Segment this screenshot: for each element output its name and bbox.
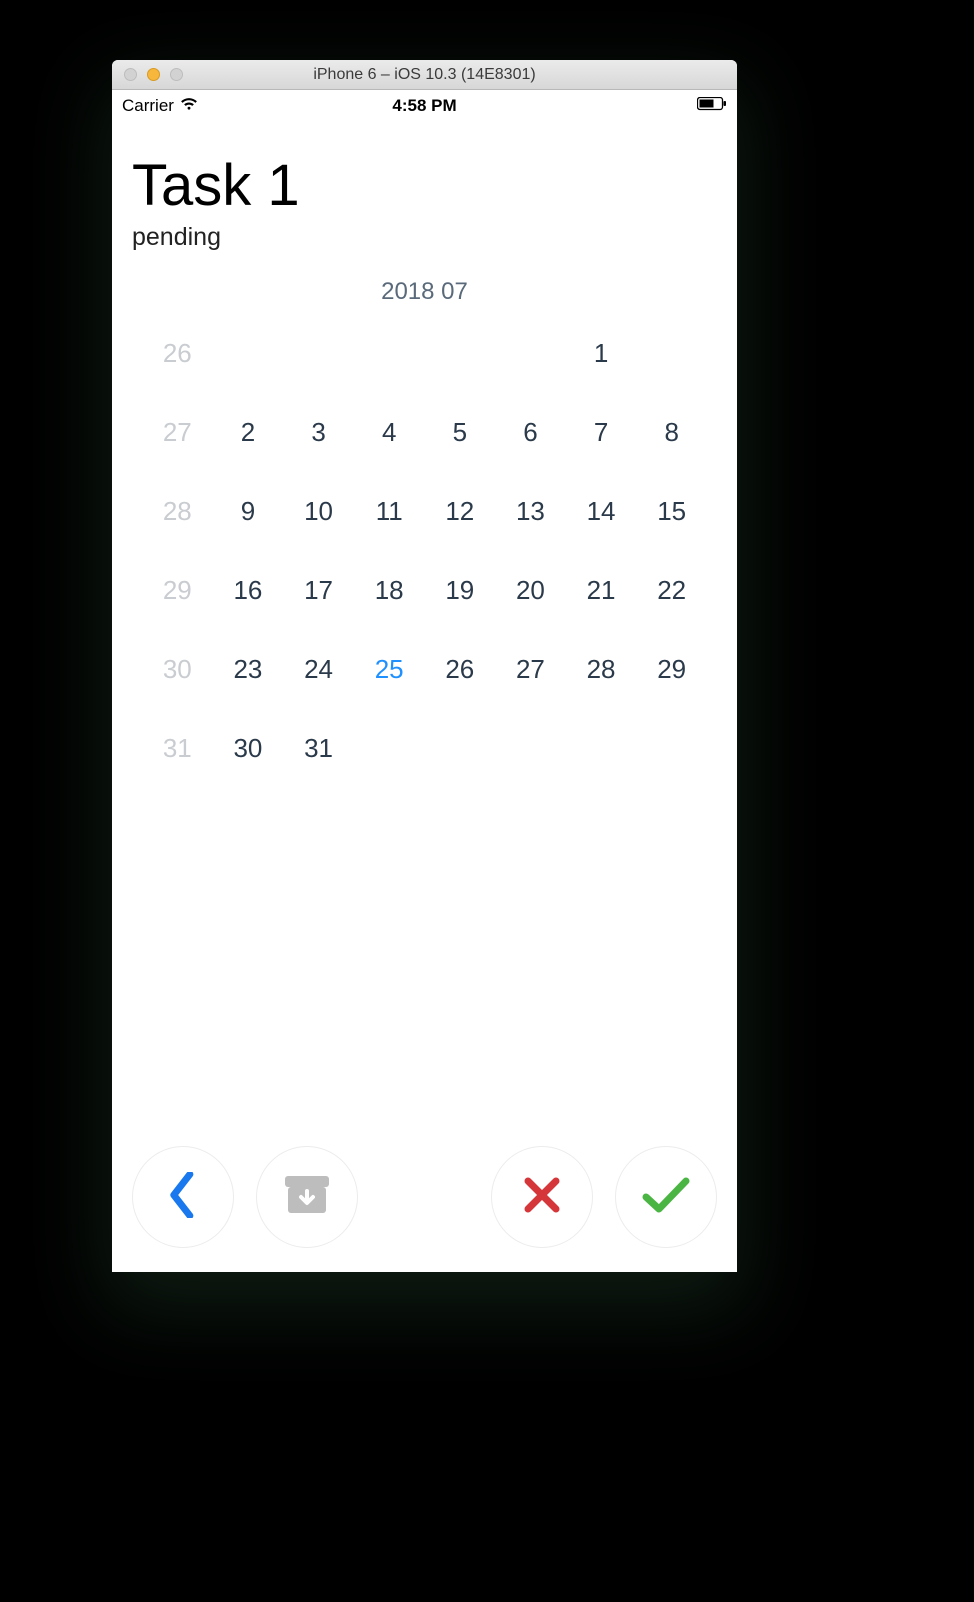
close-icon [522, 1175, 562, 1220]
calendar-grid: 26.....1.2723456782891011121314152916171… [132, 338, 717, 764]
cancel-button[interactable] [491, 1146, 593, 1248]
confirm-button[interactable] [615, 1146, 717, 1248]
calendar-day[interactable]: 23 [213, 654, 284, 685]
calendar-day[interactable]: 27 [495, 654, 566, 685]
calendar-day[interactable]: 10 [283, 496, 354, 527]
calendar-day[interactable]: 26 [142, 338, 213, 369]
calendar-day[interactable]: 7 [566, 417, 637, 448]
app-screen: Task 1 pending 2018 07 26.....1.27234567… [112, 122, 737, 1272]
calendar-day[interactable]: 31 [142, 733, 213, 764]
calendar-day[interactable]: 28 [142, 496, 213, 527]
task-status: pending [132, 223, 717, 252]
status-time: 4:58 PM [112, 96, 737, 116]
calendar-day[interactable]: 27 [142, 417, 213, 448]
task-title: Task 1 [132, 156, 717, 217]
calendar-day[interactable]: 24 [283, 654, 354, 685]
archive-icon [283, 1174, 331, 1221]
calendar-month-header[interactable]: 2018 07 [132, 278, 717, 306]
calendar-day[interactable]: 17 [283, 575, 354, 606]
back-button[interactable] [132, 1146, 234, 1248]
calendar-day[interactable]: 19 [425, 575, 496, 606]
calendar-day[interactable]: 16 [213, 575, 284, 606]
calendar-day[interactable]: 28 [566, 654, 637, 685]
calendar-day[interactable]: 22 [636, 575, 707, 606]
calendar-day[interactable]: 29 [636, 654, 707, 685]
archive-button[interactable] [256, 1146, 358, 1248]
checkmark-icon [642, 1175, 690, 1220]
calendar-day[interactable]: 14 [566, 496, 637, 527]
calendar-day[interactable]: 11 [354, 496, 425, 527]
calendar-day[interactable]: 12 [425, 496, 496, 527]
calendar-day[interactable]: 30 [213, 733, 284, 764]
macos-titlebar: iPhone 6 – iOS 10.3 (14E8301) [112, 60, 737, 90]
calendar-day[interactable]: 6 [495, 417, 566, 448]
calendar-day[interactable]: 13 [495, 496, 566, 527]
calendar-day[interactable]: 9 [213, 496, 284, 527]
calendar-day[interactable]: 18 [354, 575, 425, 606]
calendar-day[interactable]: 25 [354, 654, 425, 685]
calendar-day[interactable]: 1 [566, 338, 637, 369]
calendar-day[interactable]: 8 [636, 417, 707, 448]
zoom-window-button[interactable] [170, 68, 183, 81]
calendar-day[interactable]: 2 [213, 417, 284, 448]
calendar-day[interactable]: 31 [283, 733, 354, 764]
simulator-window: iPhone 6 – iOS 10.3 (14E8301) Carrier 4:… [112, 60, 737, 1272]
calendar-day[interactable]: 3 [283, 417, 354, 448]
calendar-day[interactable]: 4 [354, 417, 425, 448]
calendar-day[interactable]: 30 [142, 654, 213, 685]
minimize-window-button[interactable] [147, 68, 160, 81]
ios-status-bar: Carrier 4:58 PM [112, 90, 737, 122]
calendar-day[interactable]: 29 [142, 575, 213, 606]
bottom-toolbar [112, 1146, 737, 1248]
calendar-day[interactable]: 26 [425, 654, 496, 685]
chevron-left-icon [166, 1172, 200, 1223]
calendar-day[interactable]: 21 [566, 575, 637, 606]
window-title: iPhone 6 – iOS 10.3 (14E8301) [112, 66, 737, 84]
calendar-day[interactable]: 5 [425, 417, 496, 448]
calendar-day[interactable]: 15 [636, 496, 707, 527]
calendar-day[interactable]: 20 [495, 575, 566, 606]
close-window-button[interactable] [124, 68, 137, 81]
traffic-lights [112, 68, 183, 81]
